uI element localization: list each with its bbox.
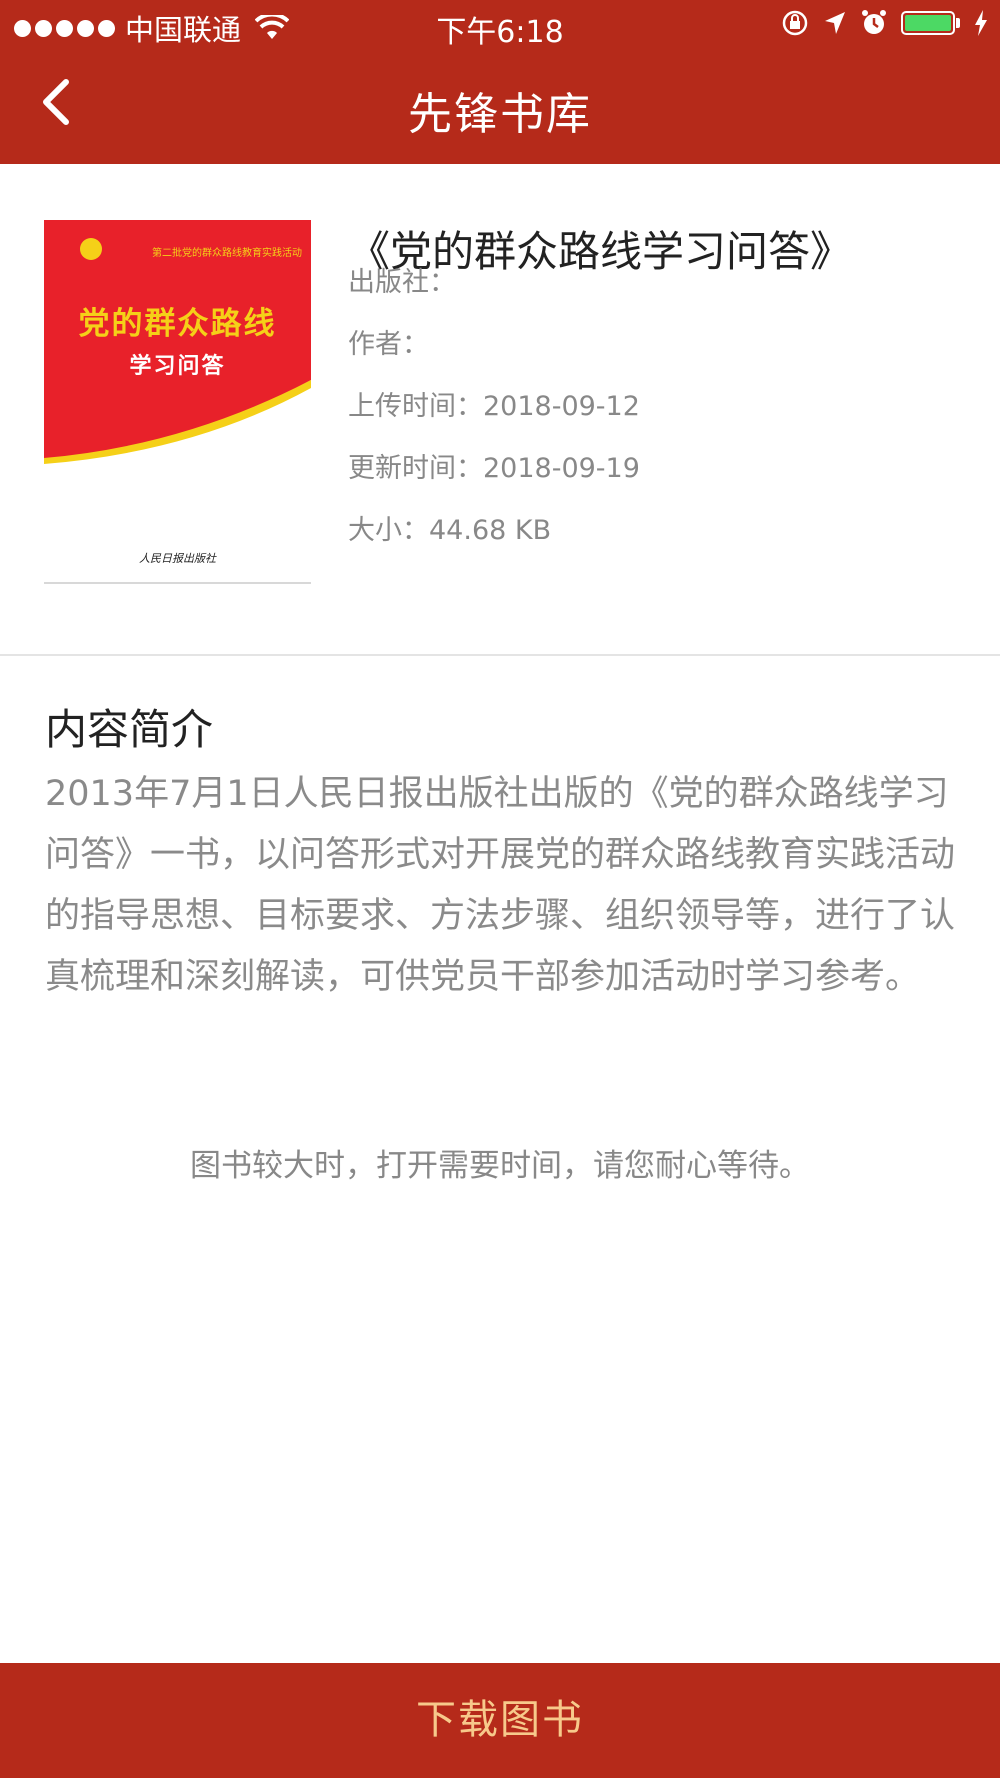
meta-value: 44.68 KB: [429, 515, 552, 546]
meta-upload-time: 上传时间：2018-09-12: [348, 384, 640, 423]
location-arrow-icon: [825, 12, 845, 34]
intro-heading: 内容简介: [45, 705, 214, 754]
meta-value: 2018-09-12: [483, 391, 640, 422]
cover-swoosh-decoration: [44, 380, 311, 470]
party-emblem-icon: [80, 238, 102, 260]
meta-label: 出版社：: [348, 267, 456, 298]
intro-text: 2013年7月1日人民日报出版社出版的《党的群众路线学习问答》一书，以问答形式对…: [45, 774, 956, 997]
status-bar: 中国联通 下午6:18: [0, 0, 1000, 50]
section-divider: [0, 654, 1000, 656]
page-title: 先锋书库: [408, 89, 592, 140]
book-info-section: 第二批党的群众路线教育实践活动 党的群众路线 学习问答 人民日报出版社 《党的群…: [0, 164, 1000, 654]
cover-title-line1: 党的群众路线: [78, 306, 277, 342]
cover-bottom-line: [44, 582, 311, 584]
download-book-button[interactable]: 下载图书: [0, 1663, 1000, 1778]
cover-title-line2: 学习问答: [129, 354, 226, 379]
status-right: [781, 9, 988, 37]
alarm-clock-icon: [862, 10, 886, 34]
meta-label: 作者：: [348, 329, 429, 360]
cover-series-text: 第二批党的群众路线教育实践活动: [152, 248, 302, 259]
battery-icon: [901, 11, 960, 35]
loading-hint: 图书较大时，打开需要时间，请您耐心等待。: [190, 1148, 810, 1184]
meta-update-time: 更新时间：2018-09-19: [348, 446, 640, 485]
meta-value: 2018-09-19: [483, 453, 640, 484]
meta-publisher: 出版社：: [348, 260, 456, 299]
cover-publisher-mark: 人民日报出版社: [139, 552, 216, 565]
meta-label: 上传时间：: [348, 391, 483, 422]
meta-size: 大小：44.68 KB: [348, 508, 551, 547]
meta-label: 更新时间：: [348, 453, 483, 484]
book-cover-image: 第二批党的群众路线教育实践活动 党的群众路线 学习问答 人民日报出版社: [44, 220, 311, 584]
meta-author: 作者：: [348, 322, 429, 361]
nav-bar: 先锋书库: [0, 50, 1000, 164]
rotation-lock-icon: [782, 10, 808, 36]
app-header: 中国联通 下午6:18 先锋书库: [0, 0, 1000, 164]
meta-label: 大小：: [348, 515, 429, 546]
charging-bolt-icon: [975, 10, 987, 36]
